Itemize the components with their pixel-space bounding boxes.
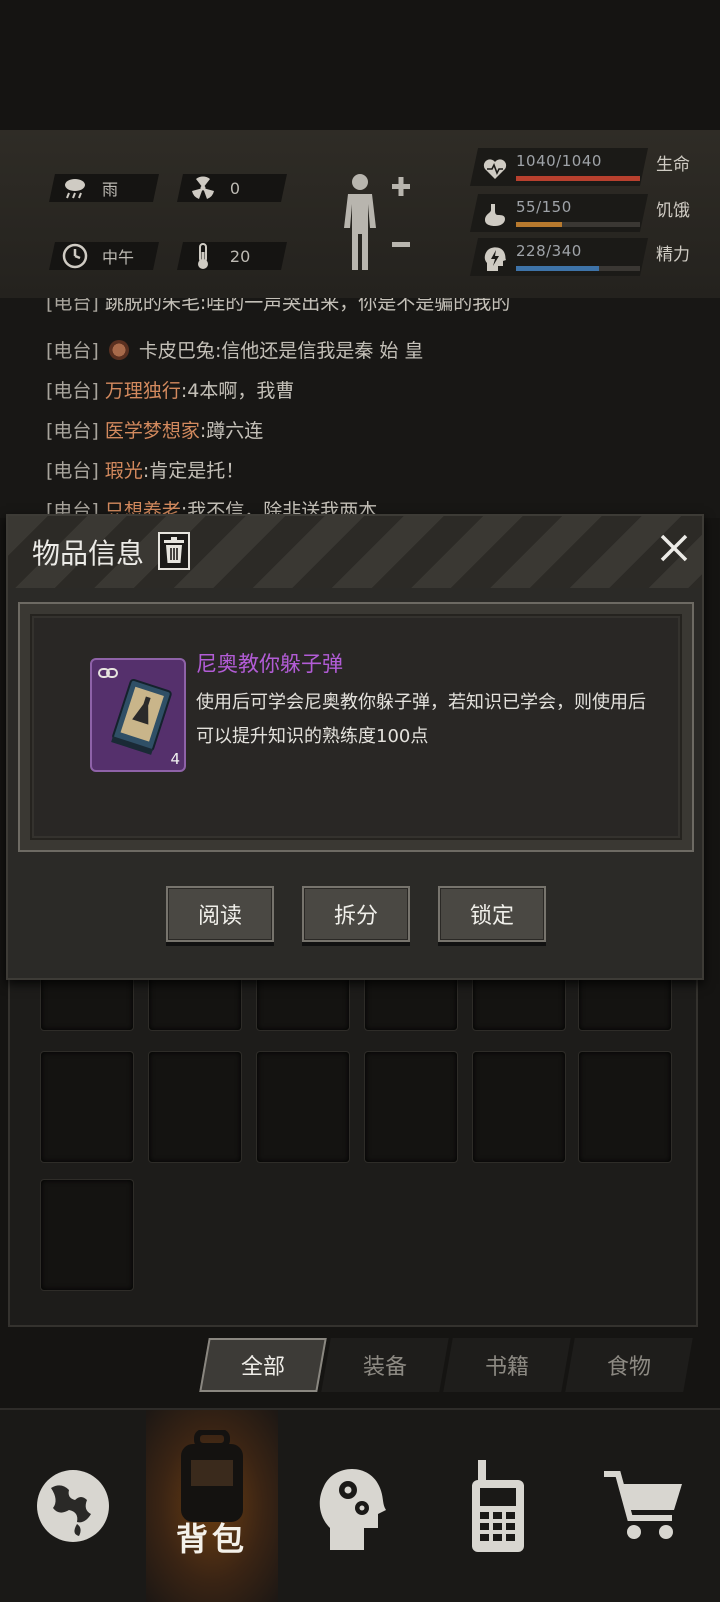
- weather-chip: 雨: [49, 174, 159, 202]
- dialog-title: 物品信息: [32, 537, 145, 570]
- clock-icon: [62, 243, 88, 269]
- inventory-slot[interactable]: [472, 1051, 566, 1163]
- tab-food[interactable]: 食物: [565, 1338, 693, 1392]
- character-body-button[interactable]: [338, 170, 412, 274]
- energy-bar: [516, 266, 640, 271]
- item-description: 使用后可学会尼奥教你躲子弹，若知识已学会，则使用后 可以提升知识的熟练度100点: [196, 692, 646, 747]
- nav-backpack-label: 背包: [175, 1520, 248, 1558]
- read-button[interactable]: 阅读: [166, 886, 274, 942]
- health-value: 1040/1040: [516, 152, 602, 170]
- brain-energy-icon: [480, 244, 510, 274]
- radio-chat-log[interactable]: [电台] 跳脱的朱毛:哇的一声哭出来，你是不是骗的我的 [电台] 卡皮巴兔:信他…: [0, 298, 720, 518]
- inventory-grid: [8, 919, 698, 1327]
- globe-icon: [37, 1470, 109, 1542]
- health-bar: [516, 176, 640, 181]
- inventory-slot[interactable]: [40, 1179, 134, 1291]
- item-name: 尼奥教你躲子弹: [196, 652, 343, 676]
- inventory-slot[interactable]: [256, 1051, 350, 1163]
- tab-books[interactable]: 书籍: [443, 1338, 571, 1392]
- walkie-talkie-icon: [472, 1460, 524, 1552]
- nav-shop[interactable]: [568, 1410, 720, 1602]
- health-label: 生命: [656, 155, 690, 175]
- energy-label: 精力: [656, 245, 690, 265]
- heart-icon: [480, 154, 510, 184]
- inventory-filter-tabs: 全部 装备 书籍 食物: [199, 1338, 694, 1392]
- weather-value: 雨: [102, 180, 119, 199]
- rain-cloud-icon: [62, 175, 88, 201]
- lock-button[interactable]: 锁定: [438, 886, 546, 942]
- hunger-row: 55/150 饥饿: [469, 194, 716, 232]
- time-chip: 中午: [49, 242, 159, 270]
- radiation-icon: [190, 175, 216, 201]
- trash-icon: [164, 537, 184, 563]
- item-info-dialog: 物品信息 4 尼奥教你躲子弹 使用后可学会尼奥教你躲子弹，若知识已学会，则使用后…: [6, 514, 704, 980]
- temperature-chip: 20: [177, 242, 287, 270]
- bottom-nav: 背包: [0, 1408, 720, 1602]
- thermometer-icon: [190, 243, 216, 269]
- item-count: 4: [170, 750, 180, 768]
- split-button[interactable]: 拆分: [302, 886, 410, 942]
- inventory-slot[interactable]: [364, 1051, 458, 1163]
- item-icon-slot[interactable]: 4: [90, 658, 186, 772]
- head-gears-icon: [319, 1469, 386, 1550]
- inventory-slot[interactable]: [40, 1051, 134, 1163]
- chat-line: [电台] 卡皮巴兔:信他还是信我是秦 始 皇: [46, 340, 424, 362]
- time-value: 中午: [102, 248, 135, 267]
- radiation-value: 0: [230, 178, 241, 198]
- nav-backpack[interactable]: 背包: [146, 1410, 278, 1602]
- radiation-chip: 0: [177, 174, 287, 202]
- energy-row: 228/340 精力: [469, 238, 716, 276]
- inventory-slot[interactable]: [578, 1051, 672, 1163]
- hunger-value: 55/150: [516, 198, 572, 216]
- item-detail-box: 4 尼奥教你躲子弹 使用后可学会尼奥教你躲子弹，若知识已学会，则使用后 可以提升…: [18, 602, 694, 852]
- nav-world-map[interactable]: [0, 1410, 146, 1602]
- tab-equipment[interactable]: 装备: [321, 1338, 449, 1392]
- temperature-value: 20: [230, 246, 251, 266]
- chat-line: [电台] 跳脱的朱毛:哇的一声哭出来，你是不是骗的我的: [46, 298, 511, 314]
- close-button[interactable]: [654, 528, 694, 568]
- health-row: 1040/1040 生命: [469, 148, 716, 186]
- chat-line: [电台] 医学梦想家:蹲六连: [46, 420, 264, 442]
- tab-all[interactable]: 全部: [199, 1338, 327, 1392]
- book-icon: [106, 678, 176, 762]
- backpack-icon: [181, 1430, 243, 1522]
- hunger-label: 饥饿: [656, 201, 690, 221]
- nav-skills[interactable]: [278, 1410, 428, 1602]
- discard-button[interactable]: [158, 532, 190, 570]
- energy-value: 228/340: [516, 242, 582, 260]
- monkey-avatar-icon: [108, 340, 129, 360]
- inventory-slot[interactable]: [148, 1051, 242, 1163]
- shopping-cart-icon: [604, 1471, 682, 1539]
- chat-line: [电台] 瑕光:肯定是托！: [46, 460, 245, 482]
- chat-line: [电台] 万理独行:4本啊，我曹: [46, 380, 295, 402]
- nav-radio[interactable]: [428, 1410, 568, 1602]
- hunger-bar: [516, 222, 640, 227]
- stomach-icon: [480, 200, 510, 230]
- body-figure-icon: [344, 174, 410, 270]
- status-bar: 雨 0 中午 20 1040/1040 生命 55/150 饥饿 228/340…: [0, 130, 720, 300]
- close-icon: [660, 534, 688, 562]
